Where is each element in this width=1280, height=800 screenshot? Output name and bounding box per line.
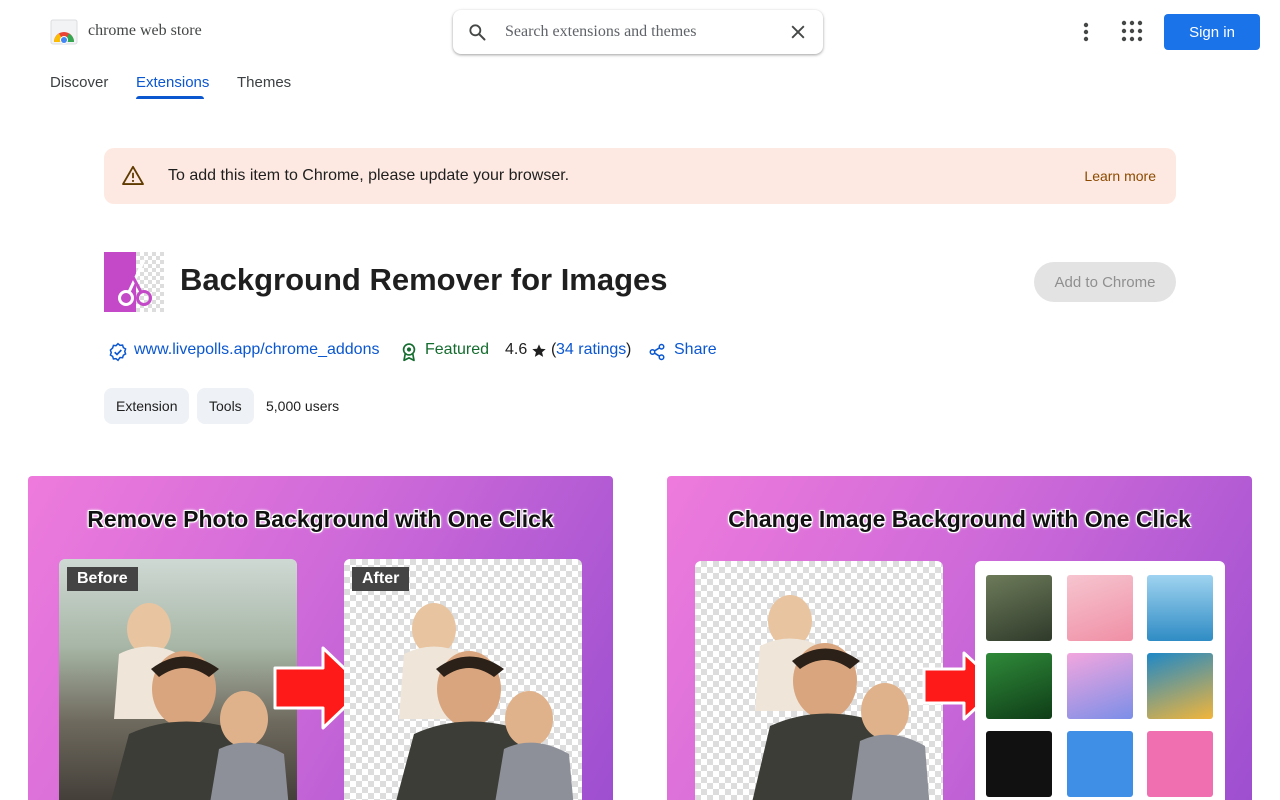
tab-discover[interactable]: Discover [50,74,108,91]
chrome-web-store-logo[interactable] [50,18,78,46]
after-photo: After [344,559,582,800]
learn-more-link[interactable]: Learn more [1084,168,1156,184]
screenshot-caption: Remove Photo Background with One Click [87,506,554,532]
before-tag: Before [67,567,138,591]
ratings-count-link[interactable]: 34 ratings [556,341,626,363]
tab-extensions[interactable]: Extensions [136,74,209,91]
apps-grid-icon[interactable] [1121,20,1143,42]
extension-title: Background Remover for Images [180,262,668,297]
close-icon[interactable] [788,22,808,42]
user-count: 5,000 users [266,398,340,414]
tab-themes[interactable]: Themes [237,74,291,91]
search-input[interactable] [505,21,775,43]
developer-website-link[interactable]: www.livepolls.app/chrome_addons [134,341,379,363]
family-cutout-illustration [752,595,930,800]
after-tag: After [352,567,410,591]
verified-badge-icon [109,342,127,362]
bg-option-thumb[interactable] [1067,731,1133,797]
bg-option-thumb[interactable] [1067,575,1133,641]
family-photo-illustration [111,603,289,800]
screenshot-caption: Change Image Background with One Click [728,506,1191,532]
share-link[interactable]: Share [674,341,717,363]
screenshot-2[interactable]: Change Image Background with One Click [667,476,1252,800]
bg-option-thumb[interactable] [986,731,1052,797]
bg-option-thumb[interactable] [986,653,1052,719]
before-photo: Before [59,559,297,800]
bg-option-thumb[interactable] [1147,731,1213,797]
chip-extension[interactable]: Extension [104,388,190,424]
warning-icon [122,165,144,185]
search-icon[interactable] [467,22,487,42]
search-box[interactable] [453,10,823,54]
add-to-chrome-button[interactable]: Add to Chrome [1034,262,1176,302]
bg-option-thumb[interactable] [1147,575,1213,641]
screenshot-1[interactable]: Remove Photo Background with One Click B… [28,476,613,800]
featured-label: Featured [425,341,490,358]
bg-option-thumb[interactable] [986,575,1052,641]
top-header: chrome web store Sign in [0,0,1280,64]
share-icon[interactable] [648,343,666,361]
bg-option-thumb[interactable] [1147,653,1213,719]
cutout-photo [695,561,943,800]
featured-badge-icon [402,343,416,362]
chip-tools[interactable]: Tools [197,388,254,424]
family-cutout-illustration [396,603,574,800]
banner-message: To add this item to Chrome, please updat… [168,167,570,184]
background-options-grid [975,561,1225,800]
bg-option-thumb[interactable] [1067,653,1133,719]
ratings-paren-close: ) [626,341,632,358]
active-tab-indicator [136,96,204,99]
star-icon [532,344,546,357]
brand-name[interactable]: chrome web store [88,22,202,40]
sign-in-button[interactable]: Sign in [1164,14,1260,50]
update-browser-banner: To add this item to Chrome, please updat… [104,148,1176,204]
extension-icon [104,252,164,312]
rating-value: 4.6 [505,341,528,358]
more-options-icon[interactable] [1076,20,1096,44]
